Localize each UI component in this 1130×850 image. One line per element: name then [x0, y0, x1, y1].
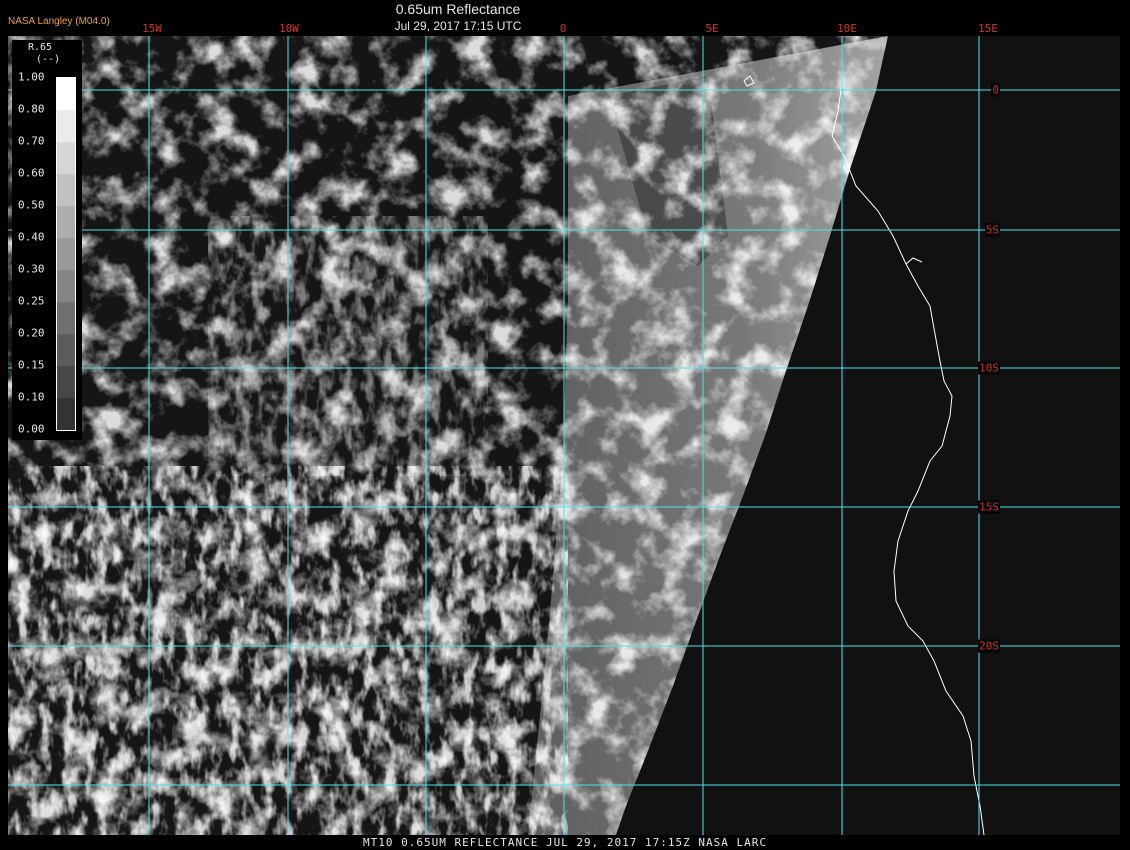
- footer-caption: MT10 0.65UM REFLECTANCE JUL 29, 2017 17:…: [363, 836, 767, 849]
- legend-tick-label: 0.70: [18, 134, 45, 148]
- legend-tick-label: 0.25: [18, 294, 45, 308]
- lon-label-5e: 5E: [705, 22, 719, 35]
- legend-swatch: [57, 270, 75, 302]
- legend-unit: (--): [36, 54, 61, 65]
- legend-tick-label: 0.00: [18, 422, 45, 436]
- satellite-image-viewer: NASA Langley (M04.0) 0.65um Reflectance …: [0, 0, 1130, 850]
- legend-tick-label: 0.30: [18, 262, 45, 276]
- legend-swatch: [57, 174, 75, 206]
- product-title: 0.65um Reflectance: [395, 1, 521, 17]
- header: NASA Langley (M04.0) 0.65um Reflectance …: [0, 0, 1130, 36]
- lat-label-15s: 15S: [978, 500, 1000, 514]
- legend-tick-label: 0.80: [18, 102, 45, 116]
- lon-label-0: 0: [559, 22, 567, 35]
- lat-label-0: 0: [991, 83, 1000, 97]
- legend-swatch: [57, 142, 75, 174]
- legend-swatch: [57, 206, 75, 238]
- legend-tick-label: 0.40: [18, 230, 45, 244]
- legend-tick-label: 0.60: [18, 166, 45, 180]
- lat-label-10s: 10S: [978, 361, 1000, 375]
- legend-tick-label: 1.00: [18, 70, 45, 84]
- lon-label-15w: 15W: [142, 22, 162, 35]
- lon-label-10e: 10E: [837, 22, 857, 35]
- legend-tick-label: 0.10: [18, 390, 45, 404]
- legend-swatch: [57, 238, 75, 270]
- reflectance-map: [8, 36, 1120, 835]
- lon-label-10w: 10W: [279, 22, 299, 35]
- legend-swatch: [57, 110, 75, 142]
- legend-swatch: [57, 398, 75, 430]
- legend-tick-label: 0.20: [18, 326, 45, 340]
- footer: MT10 0.65UM REFLECTANCE JUL 29, 2017 17:…: [0, 835, 1130, 850]
- timestamp-label: Jul 29, 2017 17:15 UTC: [394, 19, 522, 33]
- legend-tick-label: 0.15: [18, 358, 45, 372]
- legend-swatch: [57, 78, 75, 110]
- legend-colorbar: [56, 77, 76, 431]
- legend-title: R.65: [28, 42, 53, 53]
- legend-swatch: [57, 366, 75, 398]
- color-legend: R.65 (--) 1.00 0.80 0.70 0.60 0.50 0.40 0.30 0.…: [12, 40, 82, 440]
- lon-label-15e: 15E: [978, 22, 998, 35]
- legend-tick-label: 0.50: [18, 198, 45, 212]
- lat-label-5s: 5S: [984, 223, 1000, 237]
- legend-swatch: [57, 334, 75, 366]
- legend-swatch: [57, 302, 75, 334]
- lat-label-20s: 20S: [978, 639, 1000, 653]
